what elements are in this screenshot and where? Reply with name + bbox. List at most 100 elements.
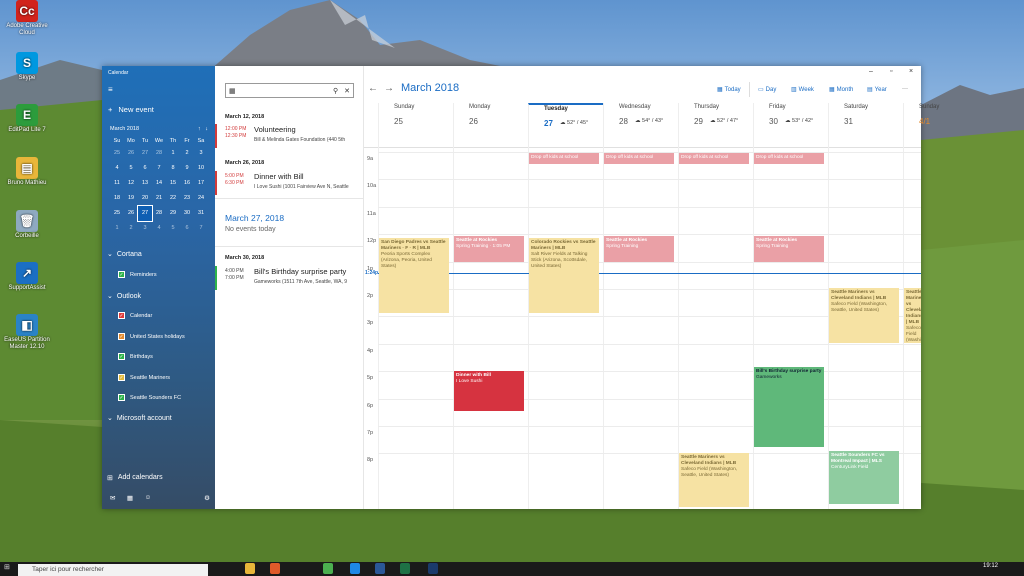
mini-calendar-day[interactable]: 6 (138, 161, 152, 176)
firefox-icon[interactable] (270, 563, 280, 574)
mini-calendar-day[interactable]: 7 (152, 161, 166, 176)
sidebar-group[interactable]: ⌄ Cortana (107, 250, 142, 259)
word-icon[interactable] (375, 563, 385, 574)
event-spring-training[interactable]: Seattle at Rockies Spring Training · 1:05… (454, 235, 524, 262)
mini-calendar-day[interactable]: 25 (110, 206, 124, 221)
mini-calendar-day[interactable]: 27 (138, 146, 152, 161)
mini-calendar-day[interactable]: 1 (110, 221, 124, 236)
mini-calendar-day[interactable]: 23 (180, 191, 194, 206)
new-event-button[interactable]: + New event (108, 105, 154, 114)
event-mlb-game[interactable]: Seattle Mariners vs Cleveland Indians | … (904, 287, 921, 343)
previous-arrow-icon[interactable]: ← (368, 83, 378, 94)
minimize-button[interactable]: – (869, 68, 873, 75)
more-options-button[interactable]: ··· (902, 86, 908, 92)
edge-icon[interactable] (350, 563, 360, 574)
desktop-shortcut[interactable]: S Skype (2, 52, 52, 82)
mini-calendar-day[interactable]: 2 (124, 221, 138, 236)
desktop-shortcut[interactable]: 🗑 Corbeille (2, 210, 52, 240)
mini-calendar-day[interactable]: 21 (152, 191, 166, 206)
close-button[interactable]: × (909, 68, 913, 75)
mini-calendar-day[interactable]: 28 (152, 206, 166, 221)
day-column-header[interactable]: Sunday 25 (378, 103, 453, 148)
mini-calendar-day[interactable]: 16 (180, 176, 194, 191)
add-calendars-button[interactable]: ⊞ Add calendars (107, 474, 163, 482)
day-column-header[interactable]: Saturday 31 (828, 103, 903, 148)
event-mlb-game[interactable]: San Diego Padres vs Seattle Mariners · F… (379, 238, 449, 313)
mini-calendar-day[interactable]: 4 (110, 161, 124, 176)
event-spring-training[interactable]: Seattle at Rockies Spring Training (604, 235, 674, 262)
arrow-up-icon[interactable]: ↑ (198, 126, 201, 132)
day-column-header[interactable]: Thursday 29 ☁ 52° / 47° (678, 103, 753, 148)
mini-calendar-day[interactable]: 13 (138, 176, 152, 191)
mini-calendar-day[interactable]: 24 (194, 191, 208, 206)
desktop-shortcut[interactable]: ◧ EaseUS Partition Master 12.10 (2, 314, 52, 351)
hamburger-menu-icon[interactable]: ≡ (108, 85, 113, 94)
desktop-shortcut[interactable]: ▤ Bruno Mathieu (2, 157, 52, 187)
mini-calendar-day[interactable]: 18 (110, 191, 124, 206)
mail-icon[interactable]: ✉ (110, 494, 115, 502)
mini-calendar-month[interactable]: March 2018 (110, 126, 139, 132)
photoshop-icon[interactable] (428, 563, 438, 574)
day-column-header[interactable]: Monday 26 (453, 103, 528, 148)
event-mlb-game[interactable]: Colorado Rockies vs Seattle Mariners | M… (529, 238, 599, 313)
event-birthday-party[interactable]: Bill's Birthday surprise party Gameworks (754, 367, 824, 447)
mini-calendar-day[interactable]: 7 (194, 221, 208, 236)
event-dinner-with-bill[interactable]: Dinner with Bill I Love Sushi (454, 371, 524, 412)
people-icon[interactable]: ☺ (145, 494, 152, 502)
mini-calendar-day[interactable]: 14 (152, 176, 166, 191)
agenda-event[interactable]: 5:00 PM 6:30 PM Dinner with Bill I Love S… (215, 171, 363, 195)
calendar-icon[interactable]: ▦ (127, 494, 133, 502)
desktop-shortcut[interactable]: ↗ SupportAssist (2, 262, 52, 292)
day-column-header[interactable]: Tuesday 27 ☁ 52° / 45° (528, 103, 603, 148)
mini-calendar-day[interactable]: 9 (180, 161, 194, 176)
week-view-button[interactable]: ▥ Week (791, 86, 814, 94)
mini-calendar-day[interactable]: 4 (152, 221, 166, 236)
mini-calendar-day[interactable]: 11 (110, 176, 124, 191)
current-month-title[interactable]: March 2018 (401, 82, 459, 94)
mini-calendar-day[interactable]: 25 (110, 146, 124, 161)
calendar-toggle[interactable]: ✓ Reminders (118, 271, 157, 278)
mini-calendar-day[interactable]: 1 (166, 146, 180, 161)
chrome-icon[interactable] (323, 563, 333, 574)
mini-calendar-day[interactable]: 3 (194, 146, 208, 161)
day-column-header[interactable]: Wednesday 28 ☁ 54° / 43° (603, 103, 678, 148)
search-input[interactable]: ▦ ⚲ ✕ (225, 83, 354, 98)
day-view-button[interactable]: ▭ Day (758, 86, 776, 94)
mini-calendar-day[interactable]: 19 (124, 191, 138, 206)
sidebar-group[interactable]: ⌄ Microsoft account (107, 414, 172, 423)
calendar-toggle[interactable]: ✓ Seattle Sounders FC (118, 394, 181, 401)
mini-calendar-day[interactable]: 31 (194, 206, 208, 221)
mini-calendar-day[interactable]: 3 (138, 221, 152, 236)
close-icon[interactable]: ✕ (344, 87, 350, 95)
today-button[interactable]: ▦ Today (717, 86, 741, 94)
event-dropoff[interactable]: Drop off kids at school (604, 153, 674, 165)
next-arrow-icon[interactable]: → (384, 83, 394, 94)
mini-calendar-day[interactable]: 8 (166, 161, 180, 176)
event-spring-training[interactable]: Seattle at Rockies Spring Training (754, 235, 824, 262)
mini-calendar-day[interactable]: 29 (166, 206, 180, 221)
mini-calendar-day[interactable]: 6 (180, 221, 194, 236)
mini-calendar-day[interactable]: 28 (152, 146, 166, 161)
mini-calendar-day[interactable]: 2 (180, 146, 194, 161)
maximize-button[interactable]: ▫ (890, 68, 892, 75)
settings-gear-icon[interactable]: ⚙ (204, 494, 210, 502)
mini-calendar-day[interactable]: 30 (180, 206, 194, 221)
event-dropoff[interactable]: Drop off kids at school (679, 153, 749, 165)
windows-start-icon[interactable]: ⊞ (4, 563, 10, 571)
file-explorer-icon[interactable] (245, 563, 255, 574)
day-column-header[interactable]: Friday 30 ☁ 53° / 42° (753, 103, 828, 148)
checkbox-icon[interactable]: ✓ (118, 333, 125, 340)
checkbox-icon[interactable]: ✓ (118, 353, 125, 360)
search-icon[interactable]: ⚲ (333, 87, 338, 95)
mini-calendar-day[interactable]: 22 (166, 191, 180, 206)
day-column-header[interactable]: Sunday 4/1 (903, 103, 978, 148)
event-mls-game[interactable]: Seattle Sounders FC vs Montreal Impact |… (829, 450, 899, 505)
mini-calendar-day[interactable]: 26 (124, 146, 138, 161)
checkbox-icon[interactable]: ✓ (118, 394, 125, 401)
calendar-toggle[interactable]: ✓ Calendar (118, 312, 152, 319)
mini-calendar-day[interactable]: 15 (166, 176, 180, 191)
taskbar-search-input[interactable]: Taper ici pour rechercher (18, 564, 208, 576)
mini-calendar-day[interactable]: 12 (124, 176, 138, 191)
mini-calendar-day[interactable]: 17 (194, 176, 208, 191)
desktop-shortcut[interactable]: E EditPad Lite 7 (2, 104, 52, 134)
